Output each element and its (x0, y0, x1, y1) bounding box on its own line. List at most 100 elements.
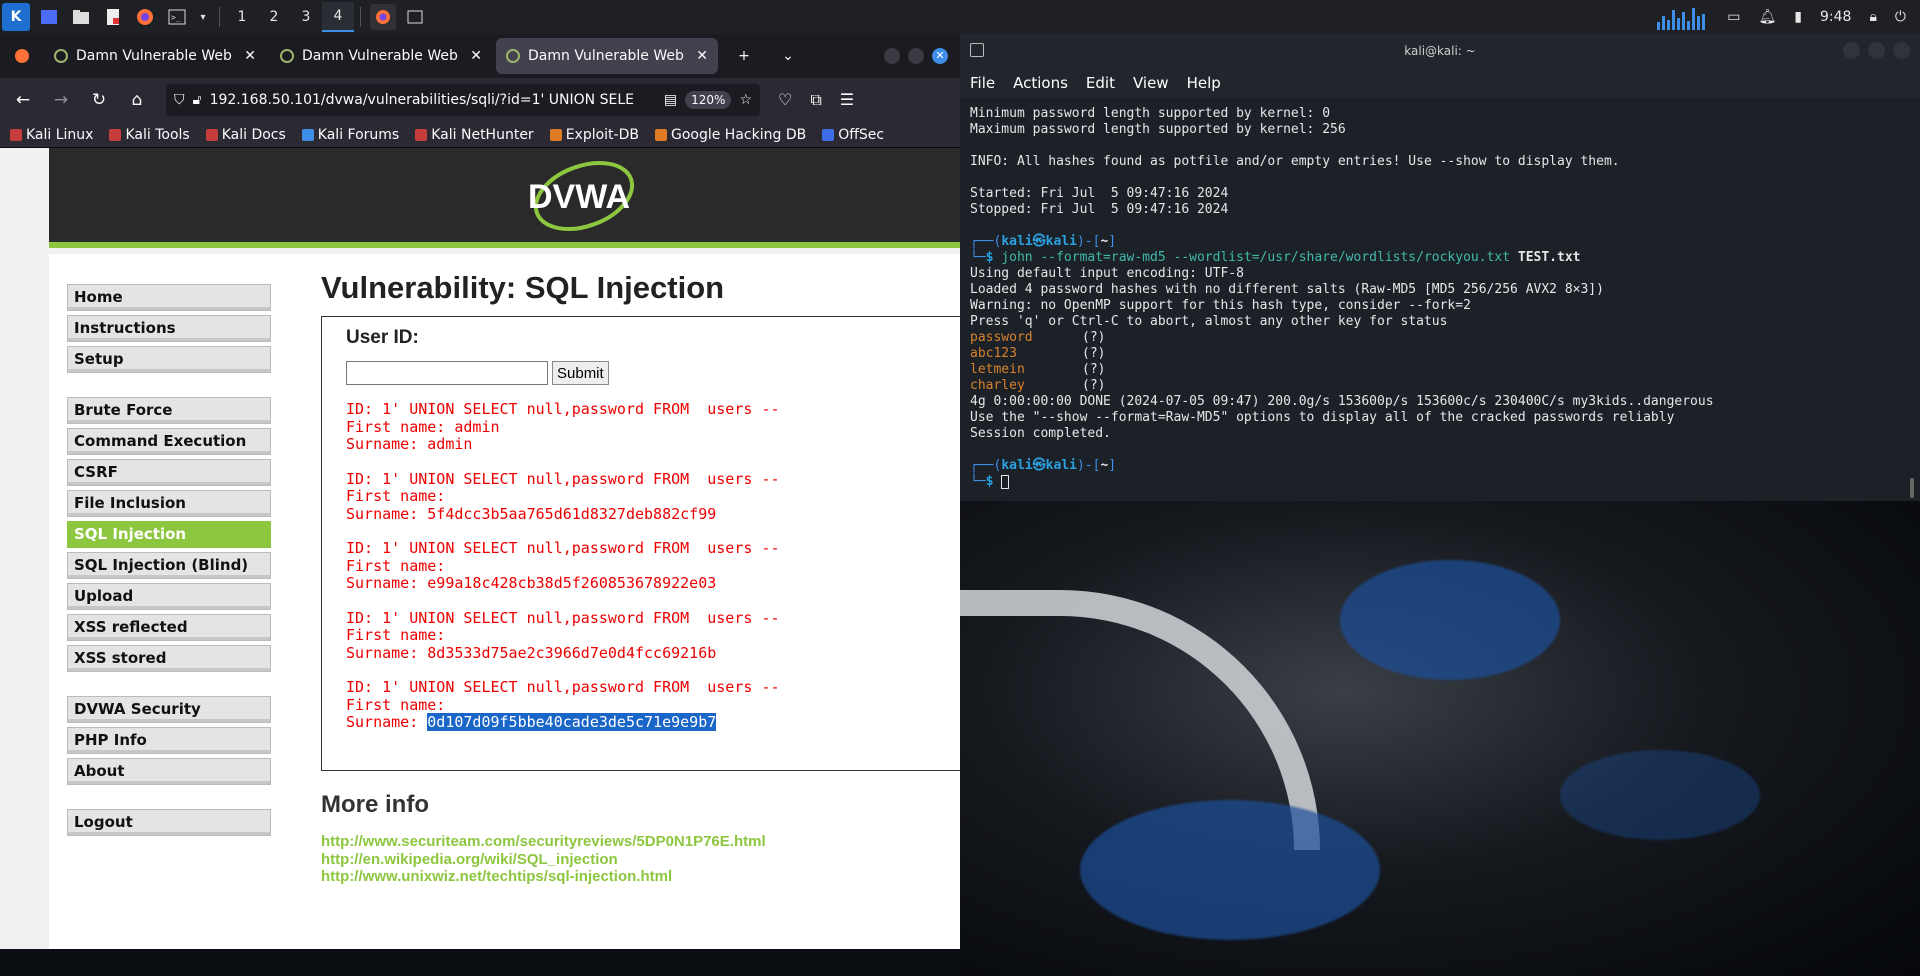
terminal-titlebar[interactable]: kali@kali: ~ (960, 34, 1920, 68)
query-result: ID: 1' UNION SELECT null,password FROM u… (346, 609, 936, 663)
menu-php-info[interactable]: PHP Info (67, 727, 271, 754)
zoom-level[interactable]: 120% (685, 91, 732, 109)
extensions-icon[interactable]: ⧉ (810, 90, 821, 110)
menu-sql-injection[interactable]: SQL Injection (67, 521, 271, 548)
workspace-3[interactable]: 3 (290, 3, 322, 31)
url-bar[interactable]: ⛉ 🔓︎ 192.168.50.101/dvwa/vulnerabilities… (166, 84, 760, 116)
menu-view[interactable]: View (1133, 74, 1169, 92)
insecure-lock-icon[interactable]: 🔓︎ (193, 92, 202, 108)
lock-icon[interactable]: 🔒︎ (1869, 9, 1876, 25)
menu-xss-stored[interactable]: XSS stored (67, 645, 271, 672)
menu-actions[interactable]: Actions (1013, 74, 1068, 92)
input-line[interactable]: └─$ (970, 474, 1910, 490)
desktop-wallpaper (960, 500, 1920, 976)
kali-menu-icon[interactable]: K (2, 3, 30, 31)
bookmark-exploit-db[interactable]: Exploit-DB (549, 127, 639, 143)
submit-button[interactable]: Submit (552, 361, 609, 385)
link-unixwiz[interactable]: http://www.unixwiz.net/techtips/sql-inje… (321, 868, 960, 886)
menu-about[interactable]: About (67, 758, 271, 785)
menu-instructions[interactable]: Instructions (67, 315, 271, 342)
browser-tab[interactable]: Damn Vulnerable Web Ap ✕ (44, 38, 266, 74)
maximize-button[interactable] (908, 48, 924, 64)
show-desktop-icon[interactable] (36, 4, 62, 30)
terminal-icon[interactable]: >_ (164, 4, 190, 30)
list-tabs-chevron-icon[interactable]: ⌄ (766, 48, 810, 64)
terminal-output[interactable]: Minimum password length supported by ker… (960, 98, 1920, 498)
menu-file-inclusion[interactable]: File Inclusion (67, 490, 271, 517)
menu-sql-injection-blind[interactable]: SQL Injection (Blind) (67, 552, 271, 579)
power-icon[interactable]: ⏻ (1895, 9, 1906, 25)
link-wikipedia[interactable]: http://en.wikipedia.org/wiki/SQL_injecti… (321, 851, 960, 869)
forward-arrow-icon[interactable]: → (44, 83, 78, 117)
firefox-icon[interactable] (132, 4, 158, 30)
user-id-input[interactable] (346, 361, 548, 385)
pocket-icon[interactable]: ♡ (778, 90, 792, 110)
close-tab-icon[interactable]: ✕ (470, 48, 482, 64)
bookmark-google-hacking-db[interactable]: Google Hacking DB (654, 126, 807, 143)
home-icon[interactable]: ⌂ (120, 83, 154, 117)
menu-logout[interactable]: Logout (67, 809, 271, 836)
url-text[interactable]: 192.168.50.101/dvwa/vulnerabilities/sqli… (210, 92, 656, 108)
terminal-window[interactable]: kali@kali: ~ File Actions Edit View Help… (960, 34, 1920, 501)
menu-brute-force[interactable]: Brute Force (67, 397, 271, 424)
shield-icon[interactable]: ⛉ (174, 92, 185, 108)
menu-file[interactable]: File (970, 74, 995, 92)
file-manager-icon[interactable] (68, 4, 94, 30)
menu-edit[interactable]: Edit (1086, 74, 1115, 92)
chevron-down-icon[interactable]: ▾ (196, 4, 210, 30)
link-securiteam[interactable]: http://www.securiteam.com/securityreview… (321, 833, 960, 851)
svg-text:>_: >_ (171, 13, 181, 22)
reload-icon[interactable]: ↻ (82, 83, 116, 117)
dvwa-favicon-icon (506, 49, 520, 63)
close-button[interactable] (1893, 42, 1910, 59)
clock[interactable]: 9:48 (1820, 9, 1851, 25)
new-tab-icon[interactable]: + (722, 48, 766, 64)
firefox-view-icon[interactable] (0, 48, 44, 64)
bookmark-star-icon[interactable]: ☆ (739, 92, 752, 108)
taskbar-firefox-icon[interactable] (370, 4, 396, 30)
bookmark-kali-forums[interactable]: Kali Forums (301, 127, 399, 143)
maximize-button[interactable] (1868, 42, 1885, 59)
bookmark-kali-linux[interactable]: Kali Linux (10, 127, 93, 143)
close-window-button[interactable]: ✕ (932, 48, 948, 64)
workspace-1[interactable]: 1 (226, 3, 258, 31)
query-result: ID: 1' UNION SELECT null,password FROM u… (346, 470, 936, 524)
menu-dvwa-security[interactable]: DVWA Security (67, 696, 271, 723)
minimize-button[interactable] (884, 48, 900, 64)
display-icon[interactable]: ▭ (1727, 9, 1740, 25)
browser-tab-active[interactable]: Damn Vulnerable Web Ap ✕ (496, 38, 718, 74)
menu-command-execution[interactable]: Command Execution (67, 428, 271, 455)
tab-title: Damn Vulnerable Web Ap (76, 48, 236, 64)
close-tab-icon[interactable]: ✕ (696, 48, 708, 64)
back-arrow-icon[interactable]: ← (6, 83, 40, 117)
notification-bell-icon[interactable]: 🔔︎ (1759, 9, 1777, 25)
close-tab-icon[interactable]: ✕ (244, 48, 256, 64)
workspace-2[interactable]: 2 (258, 3, 290, 31)
menu-upload[interactable]: Upload (67, 583, 271, 610)
bookmark-kali-nethunter[interactable]: Kali NetHunter (415, 127, 534, 143)
browser-tab[interactable]: Damn Vulnerable Web Ap ✕ (270, 38, 492, 74)
text-editor-icon[interactable] (100, 4, 126, 30)
bookmark-kali-docs[interactable]: Kali Docs (205, 127, 286, 143)
term-line: Stopped: Fri Jul 5 09:47:16 2024 (970, 202, 1229, 217)
result-surname-selected[interactable]: 0d107d09f5bbe40cade3de5c71e9e9b7 (427, 713, 717, 731)
menu-csrf[interactable]: CSRF (67, 459, 271, 486)
bookmark-label: Google Hacking DB (670, 126, 807, 143)
kali-docs-icon (205, 128, 218, 141)
reader-view-icon[interactable]: ▤ (664, 92, 677, 108)
bookmark-kali-tools[interactable]: Kali Tools (109, 127, 190, 143)
menu-xss-reflected[interactable]: XSS reflected (67, 614, 271, 641)
menu-setup[interactable]: Setup (67, 346, 271, 373)
terminal-scrollbar[interactable] (1910, 478, 1914, 498)
minimize-button[interactable] (1843, 42, 1860, 59)
workspace-4[interactable]: 4 (322, 2, 354, 32)
wallpaper-splash (1340, 560, 1560, 680)
taskbar-terminal-icon[interactable] (402, 4, 428, 30)
bookmark-offsec[interactable]: OffSec (822, 127, 884, 143)
hamburger-menu-icon[interactable]: ☰ (840, 90, 854, 110)
menu-home[interactable]: Home (67, 284, 271, 311)
battery-icon[interactable]: ▮ (1794, 9, 1802, 25)
prompt-line: ┌──(kali㉿kali)-[~] (970, 234, 1117, 249)
menu-help[interactable]: Help (1187, 74, 1221, 92)
prompt-line: ┌──(kali㉿kali)-[~] (970, 458, 1117, 473)
